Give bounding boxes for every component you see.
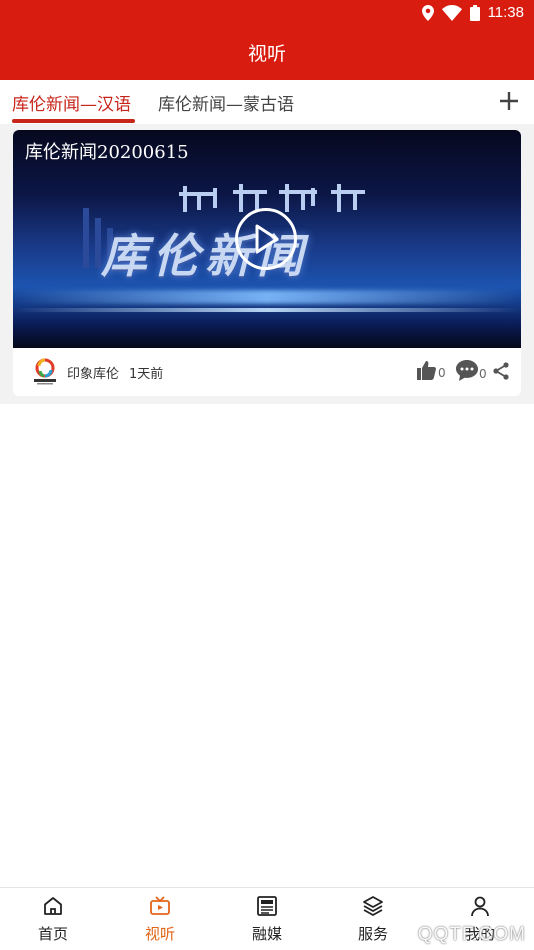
nav-home-label: 首页 xyxy=(37,925,68,943)
plus-icon[interactable] xyxy=(496,88,522,114)
nav-services[interactable]: 服务 xyxy=(343,888,403,950)
video-meta: 印象库伦 1天前 0 0 xyxy=(13,348,521,396)
like-count: 0 xyxy=(438,366,446,380)
active-tab-indicator xyxy=(12,119,135,123)
source-avatar[interactable] xyxy=(32,358,58,386)
video-card[interactable]: 库伦新闻 库伦新闻20200615 印象库伦 1天前 0 0 xyxy=(13,130,521,396)
video-title: 库伦新闻20200615 xyxy=(25,142,189,163)
nav-av[interactable]: 视听 xyxy=(130,888,190,950)
layers-icon xyxy=(363,896,383,916)
nav-home[interactable]: 首页 xyxy=(23,888,83,950)
battery-icon xyxy=(469,4,480,21)
watermark: QQTF.COM xyxy=(417,924,526,945)
tv-icon xyxy=(150,896,170,915)
comment-count: 0 xyxy=(479,366,487,381)
user-icon xyxy=(471,896,489,917)
nav-media-label: 融媒 xyxy=(251,925,282,943)
comment-icon xyxy=(456,360,478,381)
like-button[interactable]: 0 xyxy=(417,360,446,380)
play-button[interactable] xyxy=(235,208,297,270)
status-time: 11:38 xyxy=(487,4,524,21)
newspaper-icon xyxy=(257,896,277,916)
play-icon xyxy=(255,224,279,254)
home-icon xyxy=(44,897,62,915)
page-title: 视听 xyxy=(247,43,286,65)
app-bar: 视听 xyxy=(0,28,534,80)
light-streak xyxy=(13,290,521,304)
tab-kulun-news-mongolian[interactable]: 库伦新闻—蒙古语 xyxy=(158,90,294,115)
status-bar: 11:38 xyxy=(0,0,534,28)
source-name[interactable]: 印象库伦 xyxy=(67,363,119,382)
video-thumbnail[interactable]: 库伦新闻 库伦新闻20200615 xyxy=(13,130,521,348)
light-streak-line xyxy=(13,308,521,312)
share-icon[interactable] xyxy=(493,362,509,380)
nav-services-label: 服务 xyxy=(357,925,388,943)
thumbs-up-icon xyxy=(417,361,436,380)
publish-time: 1天前 xyxy=(129,367,164,382)
nav-av-label: 视听 xyxy=(144,925,175,943)
comment-button[interactable]: 0 xyxy=(456,360,487,381)
tab-kulun-news-chinese[interactable]: 库伦新闻—汉语 xyxy=(12,90,131,115)
channel-tabs: 库伦新闻—汉语 库伦新闻—蒙古语 xyxy=(0,80,534,124)
wifi-icon xyxy=(441,4,462,21)
nav-media[interactable]: 融媒 xyxy=(237,888,297,950)
location-icon xyxy=(421,4,434,21)
